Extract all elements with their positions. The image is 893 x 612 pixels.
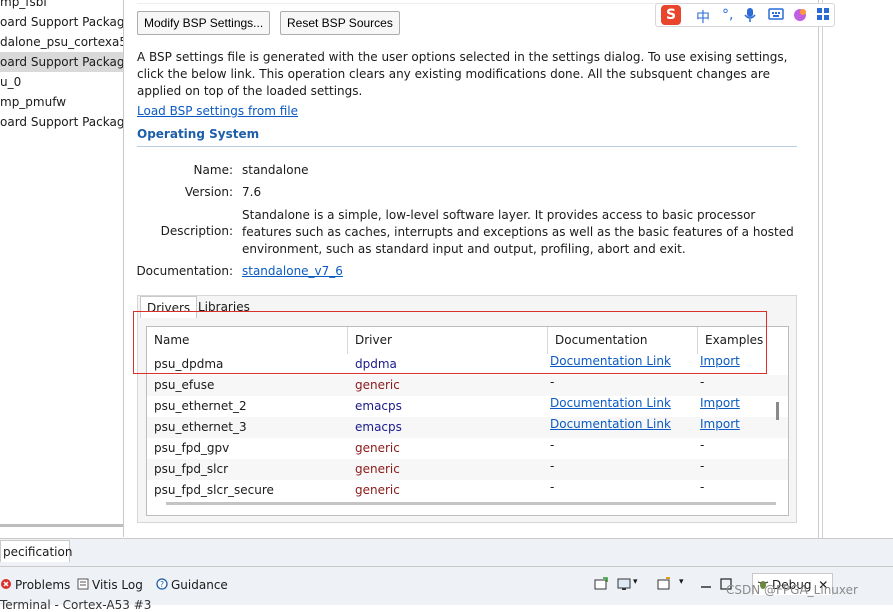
tree-item[interactable]: mp_pmufw [0,92,66,112]
help-icon: ? [156,577,168,590]
microphone-icon[interactable] [744,7,756,27]
import-example-link[interactable]: Import [693,414,740,435]
documentation-link[interactable]: Documentation Link [543,414,671,435]
ime-logo-icon[interactable]: S [661,5,681,25]
tree-item[interactable]: oard Support Package [0,112,123,132]
cell-driver: generic [355,441,400,455]
table-horizontal-scrollbar[interactable] [166,502,776,505]
open-console-icon[interactable] [657,577,671,591]
ime-toolbar: S 中 °, [655,3,835,27]
outline-panel [822,0,893,566]
highlight-annotation-box [133,311,767,374]
cell-name: psu_fpd_slcr_secure [154,483,274,497]
import-example-link[interactable]: Import [693,393,740,414]
project-explorer-panel: mp_fsbl oard Support Package dalone_psu_co… [0,0,124,537]
svg-text:?: ? [160,580,164,589]
ime-language-toggle[interactable]: 中 [696,7,710,27]
chevron-down-icon[interactable]: ▾ [679,577,693,591]
terminal-tab-label[interactable]: Terminal - Cortex-A53 #3 [0,598,151,612]
tab-problems-label: Problems [15,578,71,592]
tree-item[interactable]: dalone_psu_cortexa53 [0,32,123,52]
reset-bsp-sources-button[interactable]: Reset BSP Sources [280,11,400,35]
table-vertical-scrollbar[interactable] [776,402,779,420]
cell-name: psu_fpd_gpv [154,441,230,455]
os-name-value: standalone [242,163,309,177]
cell-driver: generic [355,462,400,476]
cell-examples: - [700,480,705,494]
tree-item[interactable]: mp_fsbl [0,0,47,12]
os-documentation-link[interactable]: standalone_v7_6 [242,264,343,278]
display-console-icon[interactable] [617,577,631,591]
cell-examples: - [700,459,705,473]
tree-item[interactable]: u_0 [0,72,21,92]
bsp-description-text: A BSP settings file is generated with th… [137,50,788,98]
cell-name: psu_ethernet_3 [154,420,247,434]
chevron-down-icon[interactable]: ▾ [633,577,647,591]
os-version-label: Version: [184,185,233,199]
tab-vitis-log-label: Vitis Log [92,578,143,592]
cell-documentation: - [550,438,555,452]
tab-guidance-label: Guidance [171,578,228,592]
keyboard-icon[interactable] [768,7,784,25]
cell-driver: generic [355,378,400,392]
minimize-icon[interactable] [699,577,713,591]
tree-item[interactable]: oard Support Package [0,12,123,32]
ime-punctuation-toggle[interactable]: °, [722,7,733,23]
explorer-horizontal-scrollbar[interactable] [0,524,123,527]
table-row[interactable]: psu_fpd_slcr_secure generic - - [147,480,788,501]
tab-specification[interactable]: pecification [0,540,72,562]
os-description-value: Standalone is a simple, low-level softwa… [242,208,794,256]
cell-name: psu_fpd_slcr [154,462,229,476]
cell-documentation: - [550,459,555,473]
cell-documentation: - [550,480,555,494]
tab-vitis-log[interactable]: Vitis Log [77,576,143,594]
tree-item[interactable]: oard Support Package [0,52,123,72]
bsp-settings-panel: Modify BSP Settings... Reset BSP Sources… [125,0,815,537]
new-console-icon[interactable] [594,577,608,591]
cell-examples: - [700,375,705,389]
skin-icon[interactable] [792,7,808,27]
cell-name: psu_ethernet_2 [154,399,247,413]
problems-icon [0,577,12,589]
modify-bsp-settings-button[interactable]: Modify BSP Settings... [137,11,271,35]
cell-examples: - [700,438,705,452]
editor-border [818,0,819,566]
operating-system-section-title: Operating System [137,127,797,147]
os-version-value: 7.6 [242,185,262,199]
cell-driver: generic [355,483,400,497]
editor-bottom-tab-bar [0,538,893,566]
cell-driver: emacps [355,420,402,434]
os-documentation-label: Documentation: [136,264,233,278]
cell-driver: emacps [355,399,402,413]
load-bsp-settings-link[interactable]: Load BSP settings from file [137,104,298,118]
tab-problems[interactable]: Problems [0,576,70,594]
tab-guidance[interactable]: ? Guidance [156,576,228,594]
log-icon [77,577,89,590]
documentation-link[interactable]: Documentation Link [543,393,671,414]
cell-name: psu_efuse [154,378,215,392]
os-name-label: Name: [193,163,233,177]
watermark: CSDN @FPGA_Linuxer [726,583,858,597]
os-description-label: Description: [160,224,233,238]
toolbox-grid-icon[interactable] [816,7,830,25]
cell-documentation: - [550,375,555,389]
